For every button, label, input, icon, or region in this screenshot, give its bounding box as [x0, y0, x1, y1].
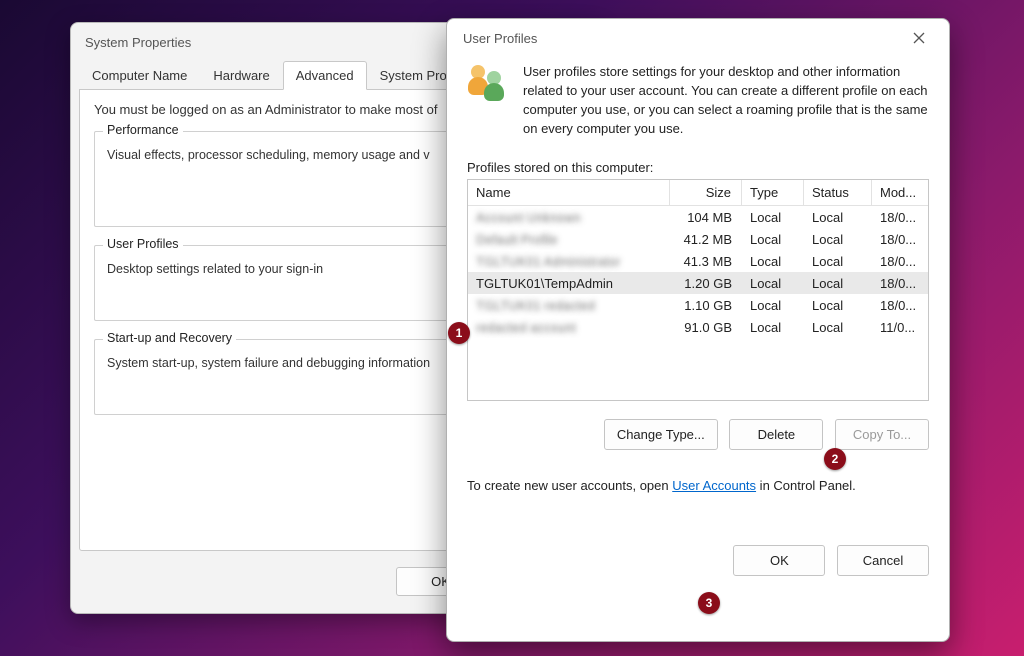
tab-hardware[interactable]: Hardware — [200, 61, 282, 90]
callout-2: 2 — [824, 448, 846, 470]
profiles-table[interactable]: Name Size Type Status Mod... Account Unk… — [467, 179, 929, 401]
cell-size: 41.2 MB — [670, 228, 742, 250]
cell-status: Local — [804, 250, 872, 272]
tab-computer-name[interactable]: Computer Name — [79, 61, 200, 90]
cell-mod: 18/0... — [872, 272, 928, 294]
sysprops-title: System Properties — [85, 35, 191, 50]
cell-type: Local — [742, 206, 804, 228]
uprof-title: User Profiles — [463, 31, 537, 46]
intro-text: User profiles store settings for your de… — [523, 63, 929, 138]
user-profiles-dialog: User Profiles User profiles store settin… — [446, 18, 950, 642]
uprof-footer: OK Cancel — [467, 545, 929, 576]
cell-type: Local — [742, 316, 804, 338]
close-button[interactable] — [901, 24, 937, 52]
cell-size: 91.0 GB — [670, 316, 742, 338]
cell-mod: 18/0... — [872, 228, 928, 250]
table-row-selected[interactable]: TGLTUK01\TempAdmin 1.20 GB Local Local 1… — [468, 272, 928, 294]
user-accounts-hint: To create new user accounts, open User A… — [467, 478, 929, 493]
profiles-list-label: Profiles stored on this computer: — [467, 160, 929, 175]
cell-type: Local — [742, 250, 804, 272]
cell-status: Local — [804, 316, 872, 338]
cell-name: TGLTUK01\TempAdmin — [468, 272, 670, 294]
user-accounts-link[interactable]: User Accounts — [672, 478, 756, 493]
cell-size: 41.3 MB — [670, 250, 742, 272]
users-icon — [467, 63, 509, 105]
change-type-button[interactable]: Change Type... — [604, 419, 718, 450]
close-icon — [913, 32, 925, 44]
col-modified[interactable]: Mod... — [872, 180, 928, 205]
cell-status: Local — [804, 228, 872, 250]
group-user-profiles-title: User Profiles — [103, 237, 183, 251]
table-header: Name Size Type Status Mod... — [468, 180, 928, 206]
cell-mod: 18/0... — [872, 206, 928, 228]
table-row[interactable]: redacted account 91.0 GB Local Local 11/… — [468, 316, 928, 338]
cell-name: Default Profile — [468, 228, 670, 250]
copy-to-button: Copy To... — [835, 419, 929, 450]
uprof-titlebar[interactable]: User Profiles — [447, 19, 949, 57]
tab-advanced[interactable]: Advanced — [283, 61, 367, 90]
cell-mod: 18/0... — [872, 250, 928, 272]
table-row[interactable]: Account Unknown 104 MB Local Local 18/0.… — [468, 206, 928, 228]
cell-size: 1.10 GB — [670, 294, 742, 316]
table-row[interactable]: Default Profile 41.2 MB Local Local 18/0… — [468, 228, 928, 250]
group-startup-title: Start-up and Recovery — [103, 331, 236, 345]
cell-type: Local — [742, 294, 804, 316]
cell-size: 104 MB — [670, 206, 742, 228]
col-name[interactable]: Name — [468, 180, 670, 205]
group-performance-title: Performance — [103, 123, 183, 137]
uprof-cancel-button[interactable]: Cancel — [837, 545, 929, 576]
profile-buttons: Change Type... Delete Copy To... — [467, 419, 929, 450]
col-type[interactable]: Type — [742, 180, 804, 205]
cell-type: Local — [742, 228, 804, 250]
table-row[interactable]: TGLTUK01 Administrator 41.3 MB Local Loc… — [468, 250, 928, 272]
cell-mod: 11/0... — [872, 316, 928, 338]
cell-status: Local — [804, 206, 872, 228]
cell-name: TGLTUK01 redacted — [468, 294, 670, 316]
cell-name: redacted account — [468, 316, 670, 338]
cell-mod: 18/0... — [872, 294, 928, 316]
uprof-ok-button[interactable]: OK — [733, 545, 825, 576]
cell-type: Local — [742, 272, 804, 294]
cell-status: Local — [804, 294, 872, 316]
col-status[interactable]: Status — [804, 180, 872, 205]
cell-name: Account Unknown — [468, 206, 670, 228]
delete-button[interactable]: Delete — [729, 419, 823, 450]
callout-1: 1 — [448, 322, 470, 344]
col-size[interactable]: Size — [670, 180, 742, 205]
cell-status: Local — [804, 272, 872, 294]
table-row[interactable]: TGLTUK01 redacted 1.10 GB Local Local 18… — [468, 294, 928, 316]
callout-3: 3 — [698, 592, 720, 614]
cell-name: TGLTUK01 Administrator — [468, 250, 670, 272]
cell-size: 1.20 GB — [670, 272, 742, 294]
